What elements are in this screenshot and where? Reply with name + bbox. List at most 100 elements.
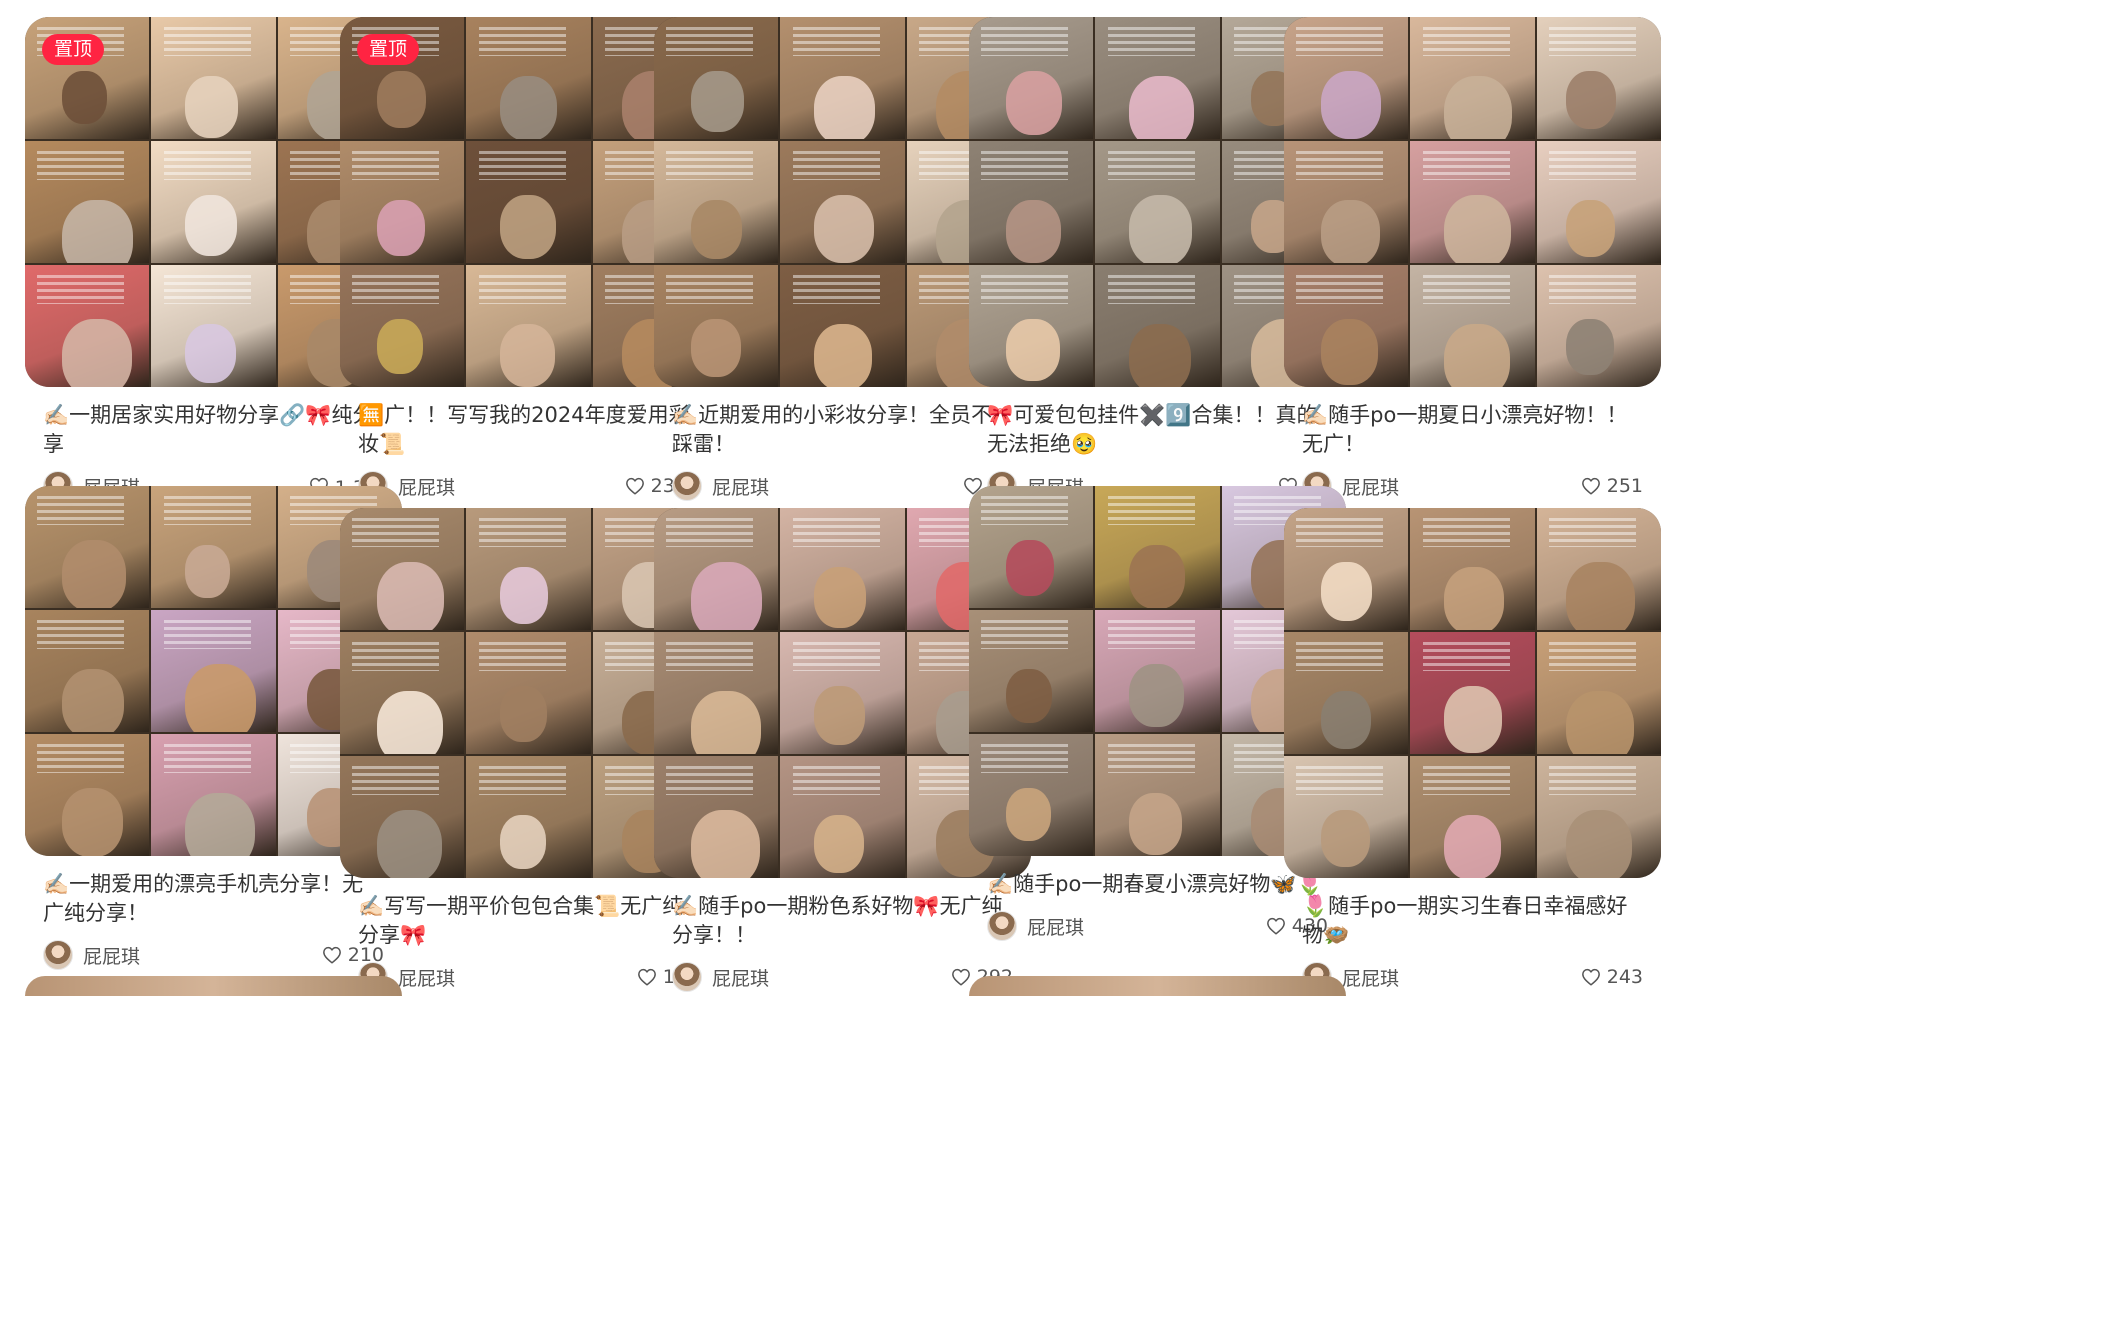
like-count: 243 <box>1606 966 1643 988</box>
cover-product-shape <box>499 685 548 742</box>
cover-collage-tile <box>969 610 1094 732</box>
note-footer: 屁屁琪 251 <box>1302 471 1643 501</box>
cover-caption-scribble <box>163 619 251 650</box>
cover-collage-tile <box>151 265 276 387</box>
author-name[interactable]: 屁屁琪 <box>1342 964 1581 991</box>
cover-product-shape <box>691 199 743 260</box>
author-name[interactable]: 屁屁琪 <box>398 964 637 991</box>
note-cover-image[interactable] <box>1284 508 1661 878</box>
cover-product-shape <box>813 75 875 139</box>
note-title[interactable]: ✍🏻一期居家实用好物分享🔗🎀纯分享 <box>43 401 384 459</box>
cover-caption-scribble <box>792 517 880 548</box>
cover-product-shape <box>377 318 424 374</box>
cover-collage-tile <box>1284 141 1409 263</box>
note-title[interactable]: ✍🏻一期爱用的漂亮手机壳分享！无广纯分享！ <box>43 870 384 928</box>
cover-caption-scribble <box>163 26 251 57</box>
note-footer: 屁屁琪50 <box>672 471 1013 501</box>
author-name[interactable]: 屁屁琪 <box>1342 473 1581 500</box>
cover-collage-tile <box>1410 508 1535 630</box>
cover-caption-scribble <box>352 641 440 672</box>
note-cover-image[interactable] <box>1284 17 1661 387</box>
cover-product-shape <box>62 70 108 125</box>
cover-product-shape <box>813 194 874 263</box>
cover-product-shape <box>1006 199 1061 263</box>
author-name[interactable]: 屁屁琪 <box>398 473 625 500</box>
like-button[interactable]: 243 <box>1581 966 1643 988</box>
cover-caption-scribble <box>1549 641 1637 672</box>
cover-product-shape <box>62 668 125 732</box>
cover-caption-scribble <box>666 517 754 548</box>
author-avatar[interactable] <box>43 940 73 970</box>
cover-caption-scribble <box>1107 495 1195 526</box>
cover-collage-tile <box>340 756 465 878</box>
cover-caption-scribble <box>1422 274 1510 305</box>
like-count: 251 <box>1606 475 1643 497</box>
cover-caption-scribble <box>352 150 440 181</box>
author-avatar[interactable] <box>987 911 1017 941</box>
note-footer: 屁屁琪2396 <box>358 471 699 501</box>
cover-caption-scribble <box>666 641 754 672</box>
note-title[interactable]: 🈚广！！写写我的2024年度爱用彩妆📜 <box>358 401 699 459</box>
cover-caption-scribble <box>478 26 566 57</box>
cover-collage-tile <box>654 756 779 878</box>
author-name[interactable]: 屁屁琪 <box>1027 913 1266 940</box>
cover-collage-tile <box>1095 141 1220 263</box>
cover-product-shape <box>1443 323 1510 387</box>
cover-collage-tile <box>1284 17 1409 139</box>
note-card[interactable]: 🌷随手po一期实习生春日幸福感好物🪺 屁屁琪 243 <box>1284 508 1661 992</box>
cover-collage-tile <box>1410 141 1535 263</box>
cover-caption-scribble <box>478 641 566 672</box>
cover-collage-tile <box>25 141 150 263</box>
cover-caption-scribble <box>666 150 754 181</box>
author-avatar[interactable] <box>672 471 702 501</box>
note-title[interactable]: ✍🏻写写一期平价包包合集📜无广纯分享🎀 <box>358 892 699 950</box>
note-title[interactable]: ✍🏻随手po一期夏日小漂亮好物！！无广！ <box>1302 401 1643 459</box>
heart-icon <box>1266 917 1285 935</box>
cover-collage-tile <box>151 141 276 263</box>
note-title[interactable]: 🎀可爱包包挂件✖️9️⃣合集！！真的无法拒绝🥹 <box>987 401 1328 459</box>
note-cover-image[interactable] <box>25 976 402 996</box>
heart-icon <box>322 946 341 964</box>
cover-product-shape <box>691 690 761 754</box>
cover-caption-scribble <box>666 26 754 57</box>
cover-product-shape <box>62 199 134 263</box>
note-title[interactable]: ✍🏻随手po一期粉色系好物🎀无广纯分享！！ <box>672 892 1013 950</box>
cover-collage-tile <box>1095 265 1220 387</box>
cover-product-shape <box>62 318 132 387</box>
cover-product-shape <box>1321 199 1380 263</box>
author-avatar[interactable] <box>672 962 702 992</box>
cover-caption-scribble <box>1296 765 1384 796</box>
cover-product-shape <box>1006 787 1052 842</box>
cover-collage-tile <box>466 508 591 630</box>
cover-product-shape <box>813 685 865 746</box>
cover-collage-tile <box>969 486 1094 608</box>
like-button[interactable]: 251 <box>1581 475 1643 497</box>
cover-product-shape <box>1443 75 1513 139</box>
cover-product-shape <box>377 561 445 630</box>
note-title[interactable]: ✍🏻随手po一期春夏小漂亮好物🦋🌷 <box>987 870 1328 899</box>
cover-product-shape <box>691 561 763 630</box>
author-name[interactable]: 屁屁琪 <box>83 942 322 969</box>
cover-caption-scribble <box>163 743 251 774</box>
cover-product-shape <box>1006 70 1063 136</box>
cover-collage-tile <box>1536 141 1661 263</box>
author-name[interactable]: 屁屁琪 <box>712 473 963 500</box>
cover-product-shape <box>377 199 425 256</box>
cover-product-shape <box>1321 561 1373 622</box>
cover-product-shape <box>184 323 236 384</box>
cover-collage-tile <box>780 508 905 630</box>
note-card[interactable]: ✍🏻随手po一期夏日小漂亮好物！！无广！ 屁屁琪 251 <box>1284 17 1661 501</box>
cover-product-shape <box>1566 199 1615 257</box>
cover-product-shape <box>691 318 742 378</box>
note-cover-image[interactable] <box>969 976 1346 996</box>
cover-caption-scribble <box>666 765 754 796</box>
note-title[interactable]: ✍🏻近期爱用的小彩妆分享！全员不踩雷！ <box>672 401 1013 459</box>
cover-product-shape <box>1128 792 1183 855</box>
note-footer: 屁屁琪 210 <box>43 940 384 970</box>
cover-product-shape <box>1128 323 1192 387</box>
cover-caption-scribble <box>352 517 440 548</box>
cover-collage-tile <box>654 632 779 754</box>
author-name[interactable]: 屁屁琪 <box>712 964 951 991</box>
note-title[interactable]: 🌷随手po一期实习生春日幸福感好物🪺 <box>1302 892 1643 950</box>
cover-product-shape <box>1566 561 1635 630</box>
